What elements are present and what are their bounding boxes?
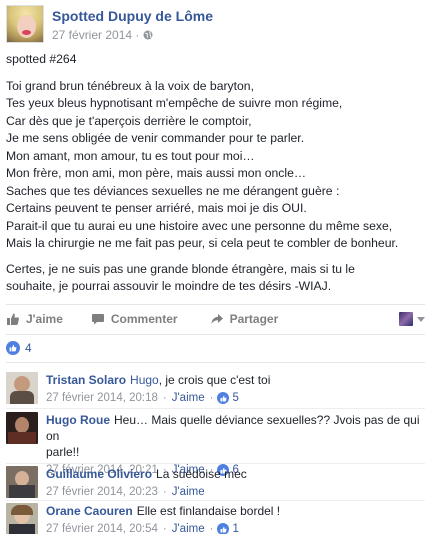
poem-line: Mais la chirurgie ne me fait pas peur, s…	[6, 236, 399, 250]
comment-date[interactable]: 27 février 2014, 20:18	[46, 390, 158, 406]
acting-as-avatar	[399, 312, 413, 326]
post-date[interactable]: 27 février 2014 ·	[52, 27, 139, 43]
divider	[6, 500, 425, 501]
divider	[6, 334, 425, 335]
like-reaction-icon	[217, 392, 230, 404]
comment-like-button[interactable]: J'aime	[172, 390, 205, 406]
closing-paragraph: Certes, je ne suis pas une grande blonde…	[6, 261, 426, 296]
share-icon	[211, 314, 223, 324]
post-as-selector[interactable]	[399, 312, 425, 326]
like-button[interactable]: J'aime	[6, 312, 63, 326]
poem-line: Mon frère, mon ami, mon père, mais aussi…	[6, 166, 307, 180]
mention-link[interactable]: Hugo	[130, 373, 159, 387]
closing-line: Certes, je ne suis pas une grande blonde…	[6, 261, 355, 276]
closing-line: souhaite, je pourrai assouvir le moindre…	[6, 279, 332, 293]
comment-text: La suédoise mec	[156, 467, 247, 481]
commenter-avatar[interactable]	[6, 372, 38, 404]
poem-line: Certains peuvent te penser arriéré, mais…	[6, 201, 307, 215]
page-avatar[interactable]	[6, 5, 44, 43]
comment-icon	[91, 314, 104, 325]
reaction-count: 4	[25, 341, 32, 355]
comment-meta: 27 février 2014, 20:23 · J'aime	[46, 484, 205, 500]
like-label: J'aime	[26, 312, 63, 326]
poem-line: Parait-il que tu aurai eu une histoire a…	[6, 218, 393, 233]
action-bar: J'aime Commenter Partager	[6, 305, 425, 333]
divider	[6, 408, 425, 409]
poem-line: Toi grand brun ténébreux à la voix de ba…	[6, 78, 254, 93]
poem-line: Car dès que je t'aperçois derrière le co…	[6, 113, 252, 128]
like-reaction-icon	[217, 523, 230, 534]
poem-line: Saches que tes déviances sexuelles ne me…	[6, 183, 340, 198]
poem-line: Mon amant, mon amour, tu es tout pour mo…	[6, 148, 255, 163]
like-reaction-icon	[6, 341, 20, 355]
post-title: spotted #264	[6, 52, 77, 66]
share-label: Partager	[229, 312, 279, 326]
commenter-avatar[interactable]	[6, 412, 38, 444]
post-body: spotted #264 Toi grand brun ténébreux à …	[6, 51, 426, 304]
comment-item: Guillaume Oliviero La suédoise mec 27 fév…	[6, 466, 425, 500]
commenter-name[interactable]: Orane Caouren	[46, 504, 133, 518]
page-name-link[interactable]: Spotted Dupuy de Lôme	[52, 8, 213, 25]
comment-like-button[interactable]: J'aime	[172, 521, 205, 534]
comment-date[interactable]: 27 février 2014, 20:23	[46, 484, 158, 500]
comment-date[interactable]: 27 février 2014, 20:54	[46, 521, 158, 534]
comment-item: Orane Caouren Elle est finlandaise bordel…	[6, 503, 425, 534]
commenter-avatar[interactable]	[6, 503, 38, 534]
commenter-name[interactable]: Tristan Solaro	[46, 373, 126, 387]
post-header: Spotted Dupuy de Lôme 27 février 2014 ·	[6, 5, 431, 45]
comment-like-button[interactable]: J'aime	[172, 484, 205, 500]
globe-icon	[143, 30, 153, 40]
comment-like-count[interactable]: 5	[232, 390, 238, 406]
commenter-name[interactable]: Guillaume Oliviero	[46, 467, 152, 481]
divider	[6, 463, 425, 464]
comment-text: , je crois que c'est toi	[158, 373, 271, 387]
commenter-name[interactable]: Hugo Roue	[46, 413, 110, 427]
comment-item: Tristan Solaro Hugo, je crois que c'est t…	[6, 372, 425, 406]
comment-meta: 27 février 2014, 20:18 · J'aime · 5	[46, 390, 239, 406]
commenter-avatar[interactable]	[6, 466, 38, 498]
comment-label: Commenter	[110, 312, 178, 326]
share-button[interactable]: Partager	[210, 312, 279, 326]
divider	[6, 362, 425, 363]
comment-button[interactable]: Commenter	[91, 312, 178, 326]
reactions-summary[interactable]: 4	[6, 341, 32, 355]
thumbs-up-icon	[7, 313, 19, 325]
comment-text-continued: parle!!	[46, 445, 80, 459]
comment-like-count[interactable]: 1	[232, 521, 238, 534]
poem-paragraph: Toi grand brun ténébreux à la voix de ba…	[6, 78, 426, 253]
poem-line: Je me sens obligée de venir commander po…	[6, 131, 305, 145]
comment-meta: 27 février 2014, 20:54 · J'aime · 1	[46, 521, 280, 534]
comment-text: Elle est finlandaise bordel !	[136, 504, 281, 518]
poem-line: Tes yeux bleus hypnotisant m'empêche de …	[6, 96, 343, 110]
post-meta: 27 février 2014 ·	[52, 27, 213, 43]
chevron-down-icon	[417, 316, 425, 322]
